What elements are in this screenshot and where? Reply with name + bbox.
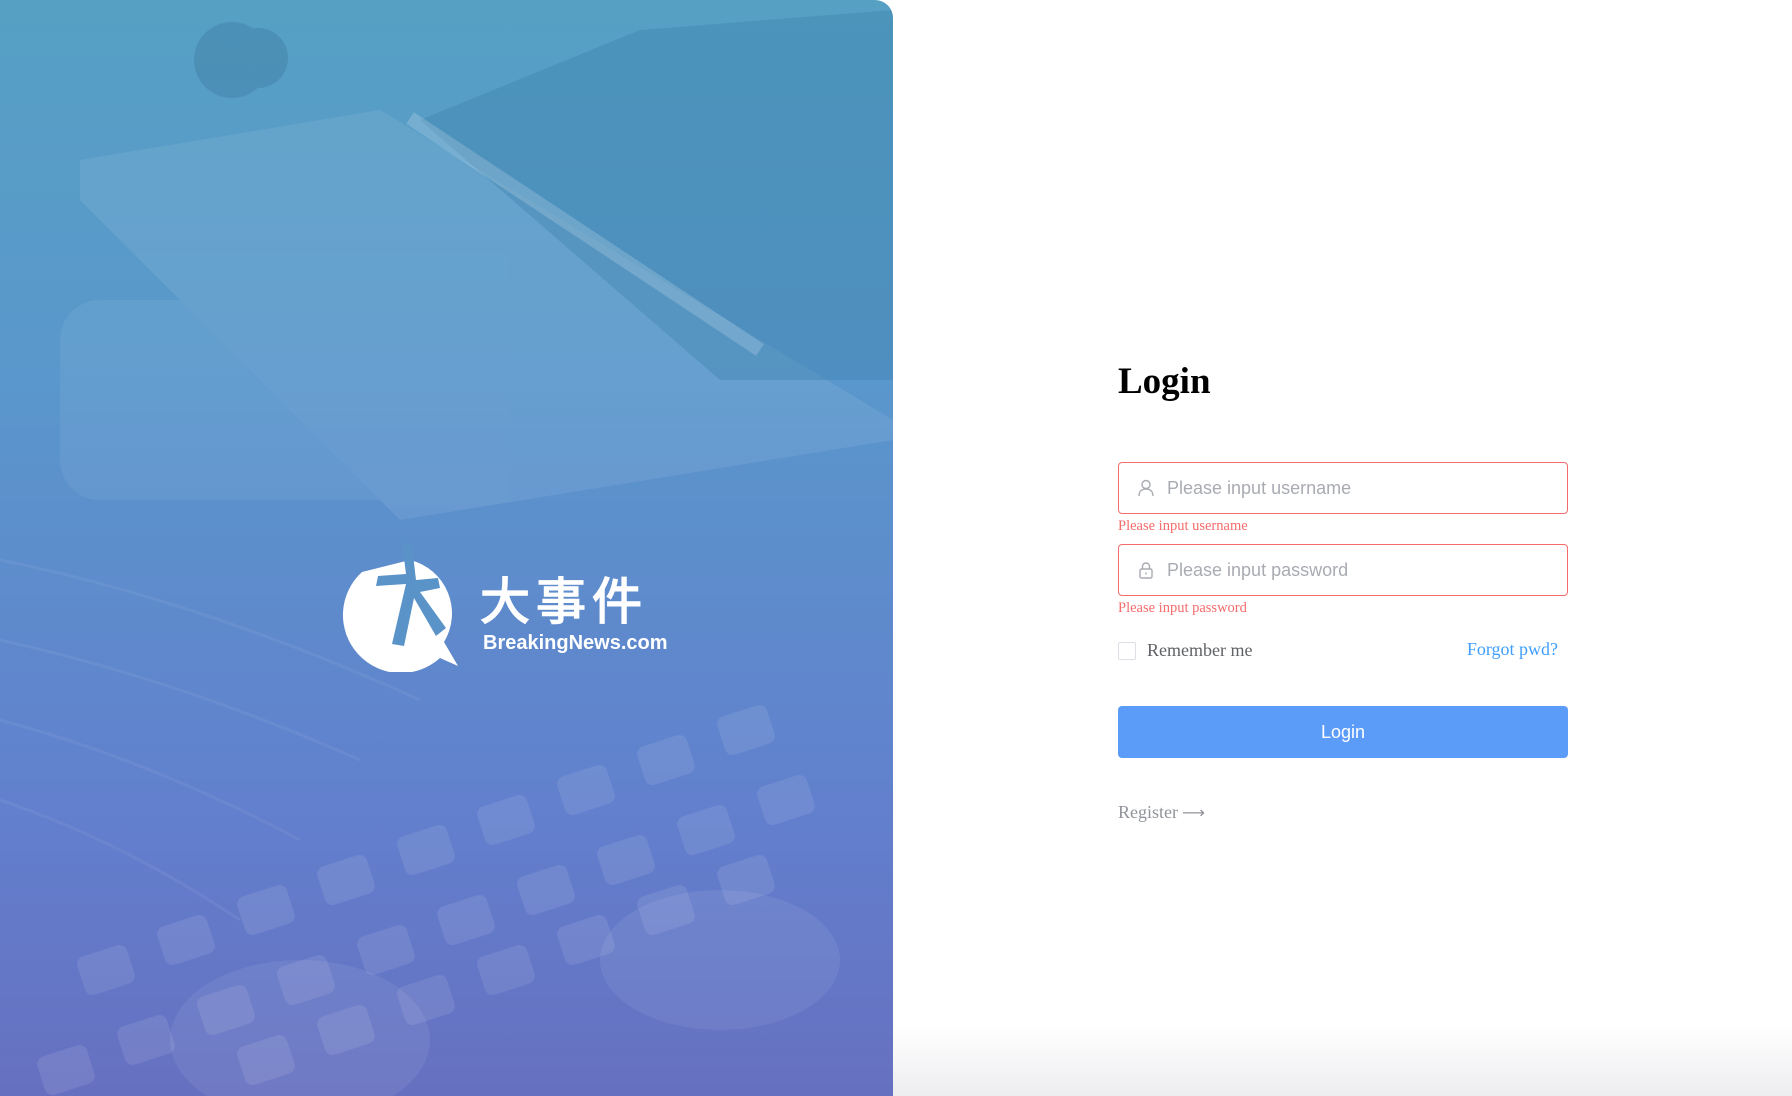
login-button[interactable]: Login: [1118, 706, 1568, 758]
arrow-right-icon: ⟶: [1182, 803, 1205, 822]
brand-logo: 大事件 BreakingNews.com: [340, 532, 670, 672]
brand-name-english: BreakingNews.com: [483, 632, 668, 654]
username-field[interactable]: [1118, 462, 1568, 514]
user-icon: [1138, 479, 1154, 497]
password-error: Please input password: [1118, 600, 1247, 616]
remember-me-label: Remember me: [1147, 640, 1253, 660]
password-field[interactable]: [1118, 544, 1568, 596]
brand-name-chinese: 大事件: [480, 573, 648, 631]
forgot-password-link[interactable]: Forgot pwd?: [1467, 639, 1558, 660]
page-title: Login: [1118, 361, 1211, 402]
register-link[interactable]: Register ⟶: [1118, 802, 1205, 823]
password-input[interactable]: [1167, 545, 1557, 595]
username-input[interactable]: [1167, 463, 1557, 513]
bottom-shadow: [893, 1026, 1792, 1096]
login-form: Login Please input username Please input…: [1118, 350, 1568, 822]
login-page: 大事件 BreakingNews.com Login Please input …: [0, 0, 1792, 1096]
brand-logo-mark-icon: [342, 542, 458, 672]
username-error: Please input username: [1118, 518, 1248, 534]
remember-me-checkbox[interactable]: Remember me: [1118, 640, 1252, 661]
register-label: Register: [1118, 802, 1178, 822]
lock-icon: [1139, 562, 1153, 579]
checkbox-box[interactable]: [1118, 641, 1136, 660]
hero-panel: 大事件 BreakingNews.com: [0, 0, 893, 1096]
